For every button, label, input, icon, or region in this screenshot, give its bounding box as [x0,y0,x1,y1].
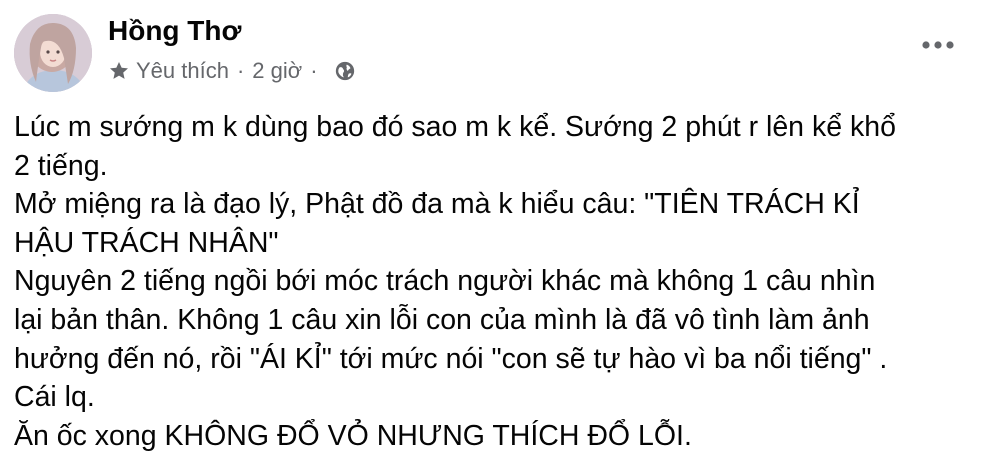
post-body-line: hưởng đến nó, rồi "ÁI KỈ" tới mức nói "c… [14,342,888,375]
post-body-line: Lúc m sướng m k dùng bao đó sao m k kể. … [14,111,896,143]
globe-icon[interactable] [334,60,356,82]
meta-separator: · [236,58,245,83]
post-category[interactable]: Yêu thích [136,58,229,84]
post-body-line: Cái lq. [14,381,95,414]
post-body-line: lại bản thân. Không 1 câu xin lỗi con củ… [14,303,870,336]
more-options-button[interactable] [918,30,958,60]
avatar-image [14,14,92,92]
post-body-line: Mở miệng ra là đạo lý, Phật đồ đa mà k h… [14,188,860,221]
post-body: Lúc m sướng m k dùng bao đó sao m k kể. … [14,108,964,455]
post-meta: Yêu thích · 2 giờ · [108,56,356,86]
meta-separator: · [310,58,318,83]
star-icon [108,60,130,82]
post-card: Hồng Thơ Yêu thích · 2 giờ · Lúc m sướng… [0,0,984,476]
post-body-line: Ăn ốc xong KHÔNG ĐỔ VỎ NHƯNG THÍCH ĐỔ LỖ… [14,419,692,452]
author-name[interactable]: Hồng Thơ [108,14,241,48]
more-horizontal-icon [922,41,954,49]
post-body-line: HẬU TRÁCH NHÂN" [14,226,279,259]
author-avatar[interactable] [14,14,92,92]
post-body-line: 2 tiếng. [14,149,108,182]
post-timestamp[interactable]: 2 giờ [252,58,302,84]
post-body-line: Nguyên 2 tiếng ngồi bới móc trách người … [14,265,876,298]
